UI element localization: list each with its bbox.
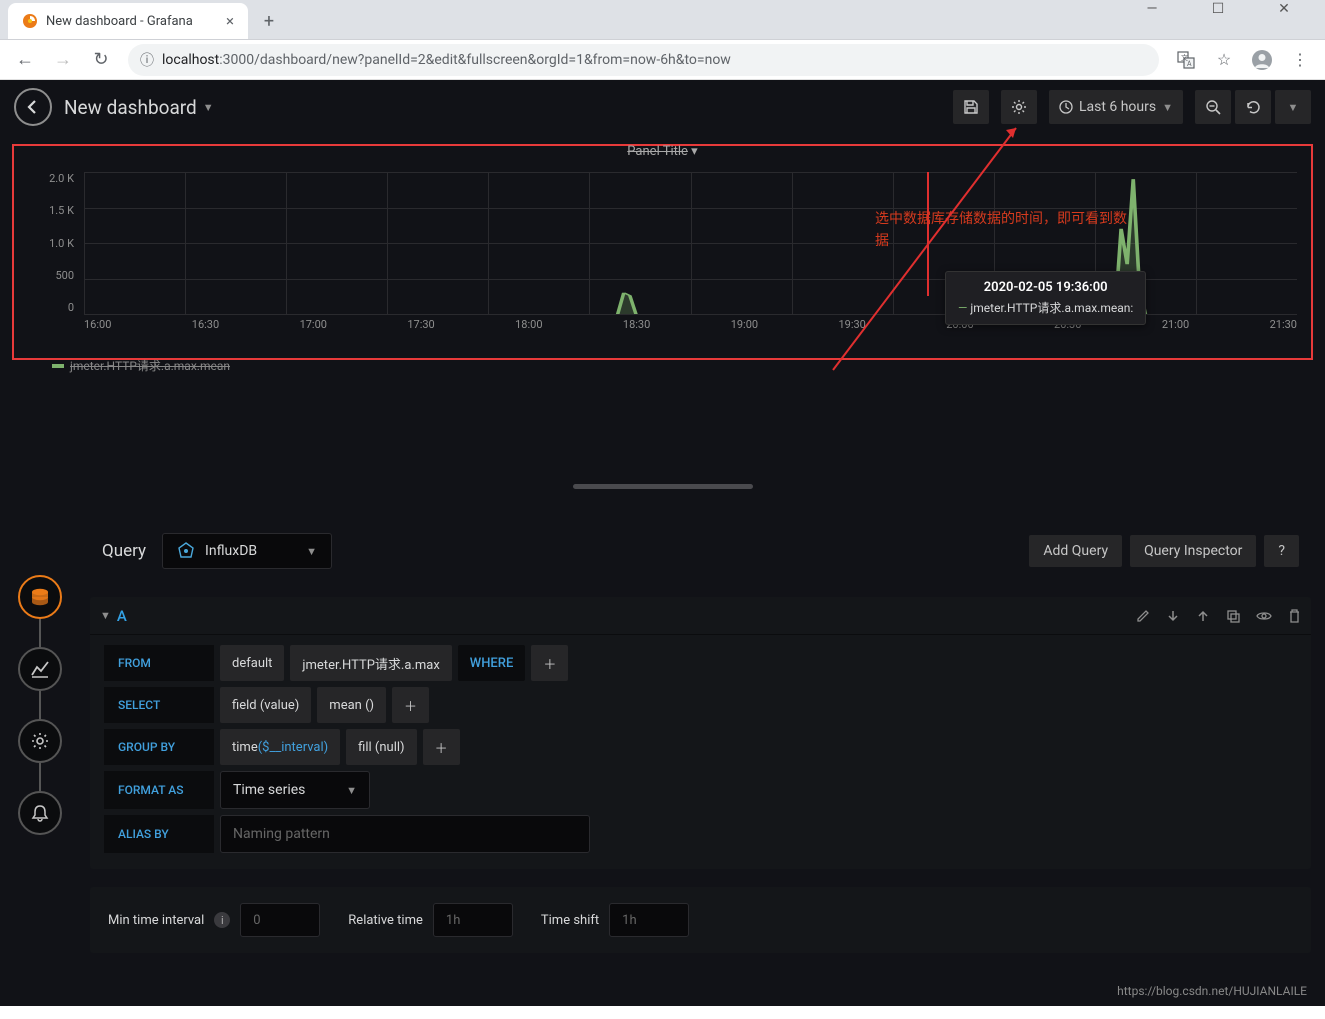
translate-icon[interactable]: 文A (1169, 43, 1203, 77)
query-row-header[interactable]: ▼ A (90, 597, 1311, 635)
annotation-text: 选中数据库存储数据的时间，即可看到数 据 (875, 208, 1127, 253)
close-tab-icon[interactable]: × (226, 12, 234, 30)
general-settings-tab[interactable] (18, 719, 62, 763)
query-letter: A (117, 607, 127, 625)
format-select[interactable]: Time series▼ (220, 771, 370, 809)
refresh-button[interactable] (1235, 90, 1271, 124)
relative-time-label: Relative time (348, 913, 423, 928)
select-add-button[interactable]: ＋ (392, 687, 429, 723)
move-down-icon[interactable] (1166, 609, 1180, 623)
panel-title[interactable]: Panel Title ▾ (621, 144, 703, 159)
caret-down-icon: ▼ (346, 784, 357, 797)
forward-icon: → (46, 43, 80, 77)
zoom-out-button[interactable] (1195, 90, 1231, 124)
y-axis: 2.0 K 1.5 K 1.0 K 500 0 (38, 172, 78, 314)
svg-text:A: A (1187, 60, 1192, 68)
query-help-button[interactable]: ? (1264, 535, 1299, 567)
url-path: :3000/dashboard/new?panelId=2&edit&fulls… (219, 52, 731, 68)
groupby-fill[interactable]: fill (null) (346, 729, 416, 765)
query-builder: FROM default jmeter.HTTP请求.a.max WHERE ＋… (90, 635, 1311, 869)
edit-icon[interactable] (1136, 609, 1150, 623)
add-query-button[interactable]: Add Query (1029, 535, 1122, 567)
collapse-icon[interactable]: ▼ (100, 609, 111, 622)
groupby-add-button[interactable]: ＋ (423, 729, 460, 765)
url-host: localhost (162, 52, 219, 68)
groupby-time[interactable]: time ($__interval) (220, 729, 340, 765)
browser-menu-icon[interactable]: ⋮ (1283, 43, 1317, 77)
where-add-button[interactable]: ＋ (531, 645, 568, 681)
editor-sidenav (12, 575, 68, 835)
address-bar[interactable]: ⓘ localhost:3000/dashboard/new?panelId=2… (128, 44, 1159, 76)
toggle-visibility-icon[interactable] (1256, 609, 1272, 623)
queries-tab[interactable] (18, 575, 62, 619)
caret-down-icon: ▼ (1288, 101, 1299, 114)
min-interval-label: Min time interval (108, 913, 204, 928)
save-button[interactable] (953, 90, 989, 124)
new-tab-button[interactable]: + (254, 6, 284, 36)
groupby-keyword: GROUP BY (104, 729, 214, 765)
query-label: Query (102, 541, 146, 561)
select-agg[interactable]: mean () (317, 687, 386, 723)
window-close-icon[interactable]: ✕ (1261, 0, 1307, 24)
dashboard-title[interactable]: New dashboard ▼ (64, 96, 214, 119)
chart-tooltip: 2020-02-05 19:36:00 — jmeter.HTTP请求.a.ma… (945, 271, 1146, 325)
window-minimize-icon[interactable]: ― (1129, 0, 1175, 24)
tab-strip: New dashboard - Grafana × + ― ☐ ✕ (0, 0, 1325, 40)
relative-time-input[interactable]: 1h (433, 903, 513, 937)
refresh-interval-button[interactable]: ▼ (1275, 90, 1311, 124)
time-shift-label: Time shift (541, 913, 599, 928)
window-maximize-icon[interactable]: ☐ (1195, 0, 1241, 24)
delete-icon[interactable] (1288, 609, 1301, 623)
time-shift-input[interactable]: 1h (609, 903, 689, 937)
alias-input[interactable]: Naming pattern (220, 815, 590, 853)
grafana-header: New dashboard ▼ Last 6 hours ▼ ▼ (0, 80, 1325, 134)
legend-swatch (52, 364, 64, 368)
query-time-options: Min time interval i 0 Relative time 1h T… (90, 887, 1311, 953)
caret-down-icon: ▼ (203, 101, 214, 114)
query-inspector-button[interactable]: Query Inspector (1130, 535, 1256, 567)
clock-icon (1059, 100, 1073, 114)
browser-toolbar: ← → ↻ ⓘ localhost:3000/dashboard/new?pan… (0, 40, 1325, 80)
browser-tab[interactable]: New dashboard - Grafana × (8, 3, 248, 39)
query-row-actions (1136, 609, 1301, 623)
profile-avatar-icon[interactable] (1245, 43, 1279, 77)
reload-icon[interactable]: ↻ (84, 43, 118, 77)
where-keyword[interactable]: WHERE (458, 645, 526, 681)
query-row: ▼ A FROM default jmeter.HTTP请求.a.max WHE… (90, 597, 1311, 869)
watermark: https://blog.csdn.net/HUJIANLAILE (1117, 984, 1307, 998)
visualization-tab[interactable] (18, 647, 62, 691)
format-keyword: FORMAT AS (104, 771, 214, 809)
min-interval-input[interactable]: 0 (240, 903, 320, 937)
from-database[interactable]: default (220, 645, 284, 681)
alias-keyword: ALIAS BY (104, 815, 214, 853)
grafana-app: New dashboard ▼ Last 6 hours ▼ ▼ Panel T… (0, 80, 1325, 1006)
alert-tab[interactable] (18, 791, 62, 835)
bookmark-star-icon[interactable]: ☆ (1207, 43, 1241, 77)
panel-resize-handle[interactable] (573, 484, 753, 489)
site-info-icon[interactable]: ⓘ (140, 50, 154, 70)
browser-chrome: New dashboard - Grafana × + ― ☐ ✕ ← → ↻ … (0, 0, 1325, 80)
caret-down-icon: ▼ (1162, 101, 1173, 114)
query-header: Query InfluxDB ▼ Add Query Query Inspect… (90, 523, 1311, 579)
select-field[interactable]: field (value) (220, 687, 311, 723)
back-button[interactable] (14, 88, 52, 126)
grafana-favicon (22, 13, 38, 29)
settings-button[interactable] (1001, 90, 1037, 124)
time-range-button[interactable]: Last 6 hours ▼ (1049, 90, 1183, 124)
influxdb-icon (177, 542, 195, 560)
caret-down-icon: ▼ (306, 545, 317, 558)
tab-title: New dashboard - Grafana (46, 14, 193, 29)
select-keyword: SELECT (104, 687, 214, 723)
datasource-select[interactable]: InfluxDB ▼ (162, 533, 332, 569)
chart-legend[interactable]: jmeter.HTTP请求.a.max.mean (52, 357, 230, 374)
duplicate-icon[interactable] (1226, 609, 1240, 623)
move-up-icon[interactable] (1196, 609, 1210, 623)
query-editor: Query InfluxDB ▼ Add Query Query Inspect… (90, 523, 1311, 953)
from-measurement[interactable]: jmeter.HTTP请求.a.max (290, 645, 451, 681)
from-keyword: FROM (104, 645, 214, 681)
panel-menu-icon[interactable]: ▾ (691, 144, 698, 159)
back-icon[interactable]: ← (8, 43, 42, 77)
info-icon[interactable]: i (214, 912, 230, 928)
